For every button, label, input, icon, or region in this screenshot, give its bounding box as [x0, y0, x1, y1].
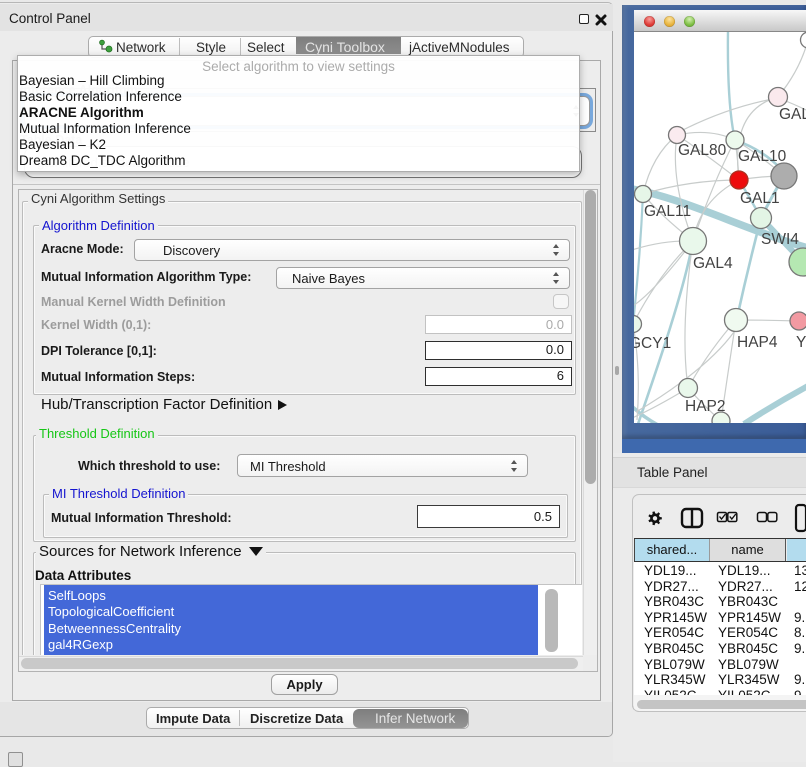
svg-text:GCY1: GCY1	[634, 335, 671, 352]
svg-text:YM: YM	[796, 334, 806, 351]
svg-text:GAL80: GAL80	[678, 142, 727, 159]
svg-text:SWI4: SWI4	[761, 231, 799, 248]
svg-text:GAL11: GAL11	[644, 203, 691, 220]
svg-text:GAL2: GAL2	[779, 106, 806, 123]
svg-text:GAL1: GAL1	[740, 190, 780, 207]
svg-text:GAL10: GAL10	[738, 148, 787, 165]
svg-text:HAP2: HAP2	[685, 398, 726, 415]
svg-text:HAP4: HAP4	[737, 334, 778, 351]
svg-text:GAL4: GAL4	[693, 255, 733, 272]
